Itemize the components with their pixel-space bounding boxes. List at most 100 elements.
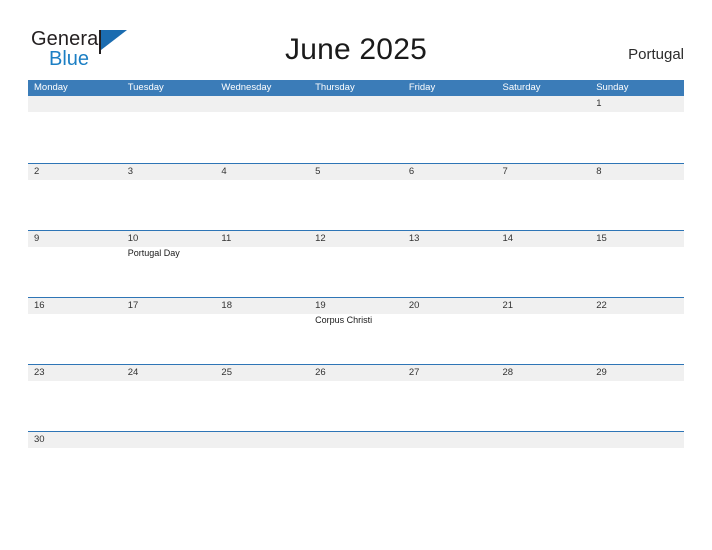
day-cell-30[interactable]: 30 [28, 432, 122, 499]
day-cell-14[interactable]: 14 [497, 231, 591, 298]
day-number: 9 [34, 233, 40, 244]
week-cells: 9 10 Portugal Day 11 12 13 14 15 [28, 231, 684, 298]
day-number: 8 [596, 166, 602, 177]
day-number: 26 [315, 367, 326, 378]
week-cells: 16 17 18 19 Corpus Christi 20 21 22 [28, 298, 684, 365]
day-cell-empty [309, 96, 403, 163]
day-events [128, 112, 216, 113]
day-cell-10[interactable]: 10 Portugal Day [122, 231, 216, 298]
day-cell-5[interactable]: 5 [309, 164, 403, 231]
day-cell-26[interactable]: 26 [309, 365, 403, 432]
week-cells: 30 [28, 432, 684, 499]
day-number: 28 [502, 367, 514, 378]
day-cell-12[interactable]: 12 [309, 231, 403, 298]
weekday-header-tuesday: Tuesday [127, 82, 164, 93]
day-number: 24 [127, 367, 139, 378]
day-events [315, 112, 403, 113]
day-number: 18 [221, 300, 232, 311]
weekday-header-row: Monday Tuesday Wednesday Thursday Friday Satu… [28, 80, 684, 96]
day-number: 10 [127, 233, 139, 244]
day-events [221, 448, 309, 449]
day-cell-empty [122, 96, 216, 163]
day-events [409, 180, 497, 181]
day-cell-empty [403, 96, 497, 163]
day-cell-27[interactable]: 27 [403, 365, 497, 432]
day-events [34, 180, 122, 181]
day-cell-21[interactable]: 21 [497, 298, 591, 365]
day-number: 20 [408, 300, 420, 311]
day-cell-empty [28, 96, 122, 163]
day-number: 19 [315, 300, 326, 311]
day-cell-empty [309, 432, 403, 499]
week-cells: 23 24 25 26 27 28 29 [28, 365, 684, 432]
day-events [409, 112, 497, 113]
day-cell-6[interactable]: 6 [403, 164, 497, 231]
day-events [596, 448, 684, 449]
day-events [409, 381, 497, 382]
day-events [503, 381, 591, 382]
day-cell-13[interactable]: 13 [403, 231, 497, 298]
day-number: 1 [596, 98, 602, 109]
page-title: June 2025 [285, 33, 427, 66]
day-events [34, 314, 122, 315]
day-events [315, 180, 403, 181]
day-cell-29[interactable]: 29 [590, 365, 684, 432]
day-cell-1[interactable]: 1 [590, 96, 684, 163]
weekday-header-sunday: Sunday [596, 82, 629, 93]
day-cell-19[interactable]: 19 Corpus Christi [309, 298, 403, 365]
day-cell-15[interactable]: 15 [590, 231, 684, 298]
day-cell-4[interactable]: 4 [215, 164, 309, 231]
day-cell-18[interactable]: 18 [215, 298, 309, 365]
day-events [128, 381, 216, 382]
day-cell-22[interactable]: 22 [590, 298, 684, 365]
day-number: 30 [34, 434, 45, 445]
day-cell-7[interactable]: 7 [497, 164, 591, 231]
day-cell-3[interactable]: 3 [122, 164, 216, 231]
page-header: General Blue June 2025 Portugal [0, 0, 712, 78]
day-cell-20[interactable]: 20 [403, 298, 497, 365]
weekday-header-thursday: Thursday [315, 82, 355, 93]
day-events [409, 247, 497, 248]
day-events [596, 112, 684, 113]
day-number: 3 [127, 166, 133, 177]
day-number: 7 [502, 166, 508, 177]
day-events [221, 381, 309, 382]
day-cell-24[interactable]: 24 [122, 365, 216, 432]
day-number: 5 [315, 166, 321, 177]
day-cell-16[interactable]: 16 [28, 298, 122, 365]
day-cell-11[interactable]: 11 [215, 231, 309, 298]
day-cell-empty [590, 432, 684, 499]
day-events [221, 247, 309, 248]
day-events: Portugal Day [128, 247, 216, 259]
day-cell-23[interactable]: 23 [28, 365, 122, 432]
day-cell-empty [403, 432, 497, 499]
day-events [596, 180, 684, 181]
calendar-week-row: 9 10 Portugal Day 11 12 13 14 15 [28, 230, 684, 297]
weekday-header-wednesday: Wednesday [221, 82, 272, 93]
day-cell-25[interactable]: 25 [215, 365, 309, 432]
day-cell-8[interactable]: 8 [590, 164, 684, 231]
day-number: 29 [596, 367, 607, 378]
week-cells: 2 3 4 5 6 7 8 [28, 164, 684, 231]
day-cell-17[interactable]: 17 [122, 298, 216, 365]
day-events [315, 247, 403, 248]
calendar-week-row: 16 17 18 19 Corpus Christi 20 21 22 [28, 297, 684, 364]
day-events [596, 381, 684, 382]
day-events [409, 448, 497, 449]
day-events [596, 247, 684, 248]
day-cell-empty [215, 96, 309, 163]
calendar-event: Portugal Day [127, 248, 180, 258]
day-cell-empty [122, 432, 216, 499]
day-events [221, 314, 309, 315]
day-cell-28[interactable]: 28 [497, 365, 591, 432]
day-events [34, 247, 122, 248]
day-number: 16 [34, 300, 45, 311]
calendar-page: General Blue June 2025 Portugal Monday Tu… [0, 0, 712, 550]
day-number: 13 [408, 233, 420, 244]
day-cell-9[interactable]: 9 [28, 231, 122, 298]
day-events [315, 381, 403, 382]
day-cell-2[interactable]: 2 [28, 164, 122, 231]
country-label: Portugal [628, 46, 684, 63]
day-number: 17 [127, 300, 139, 311]
calendar-grid: Monday Tuesday Wednesday Thursday Friday Satu… [28, 80, 684, 498]
